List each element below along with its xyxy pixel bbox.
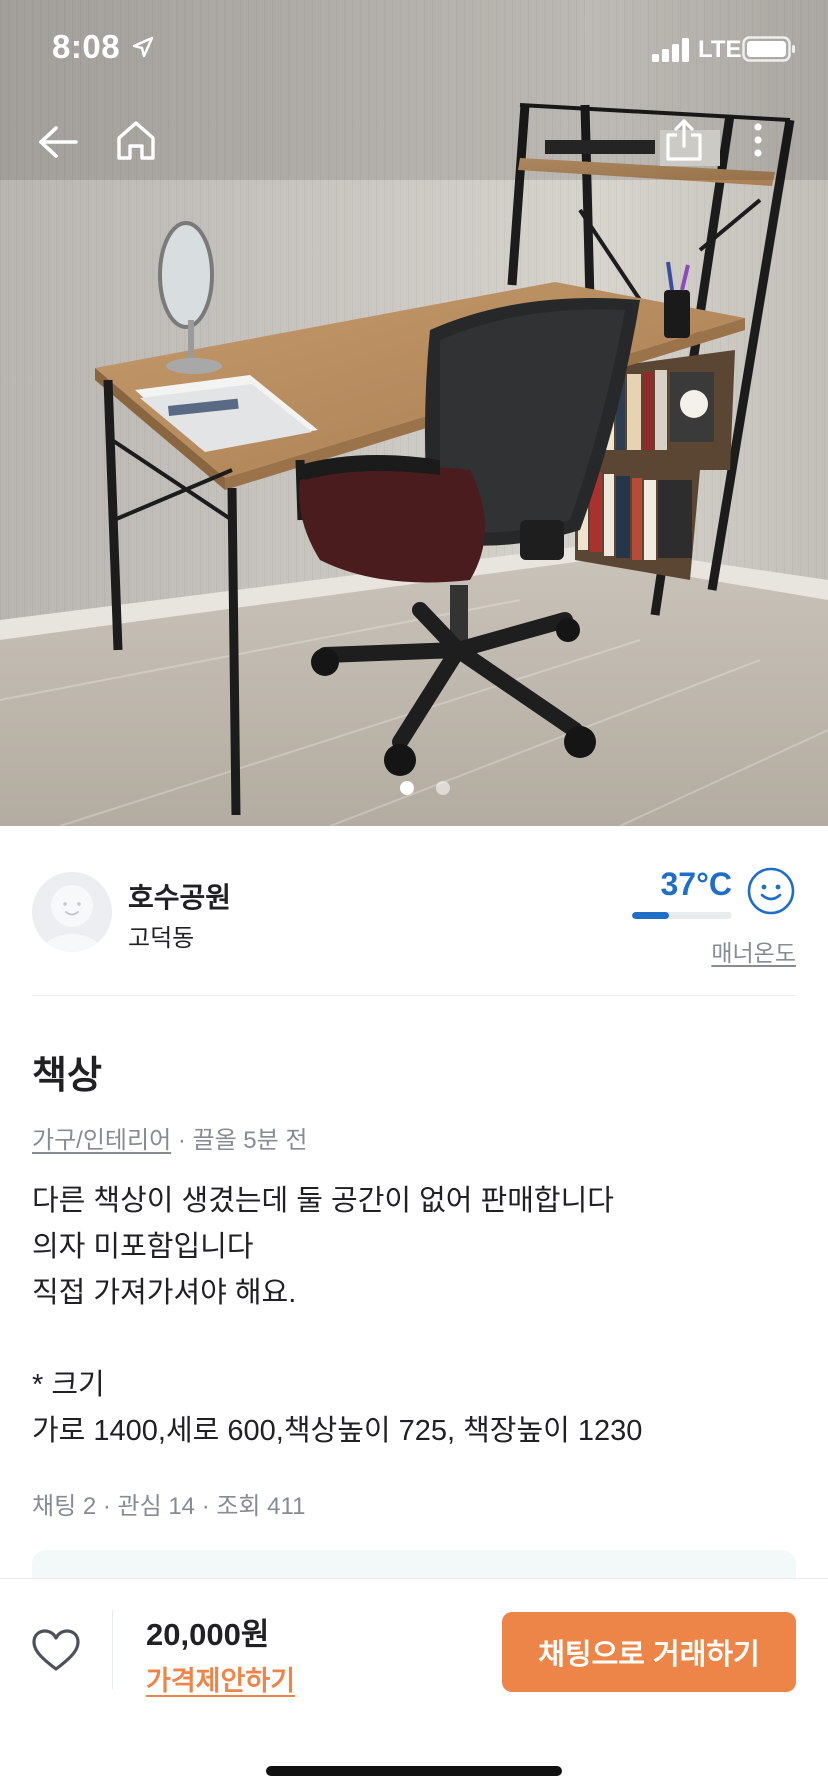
item-category-link[interactable]: 가구/인테리어	[32, 1127, 171, 1154]
more-options-button[interactable]	[730, 112, 786, 168]
price-offer-link[interactable]: 가격제안하기	[146, 1659, 295, 1698]
gallery-dot-1[interactable]	[400, 781, 414, 795]
gallery-dot-2[interactable]	[436, 781, 450, 795]
manner-temperature-bar	[632, 912, 732, 919]
description-line: 의자 미포함입니다	[32, 1231, 254, 1263]
gallery-pagination	[0, 781, 828, 795]
bottom-action-bar: 20,000원 가격제안하기 채팅으로 거래하기	[0, 1578, 828, 1792]
avatar[interactable]	[32, 872, 112, 952]
product-detail-screen: 8:08 LTE 호수공원 고덕동 37°C 매너온도 책상 가구/인테리어 ·…	[0, 0, 828, 1792]
cellular-signal-icon	[652, 38, 689, 62]
smile-face-icon	[747, 867, 795, 915]
heart-icon[interactable]	[30, 1625, 82, 1677]
status-time: 8:08	[52, 28, 121, 65]
description-line: 직접 가져가셔야 해요.	[32, 1277, 297, 1309]
home-button[interactable]	[108, 112, 164, 168]
location-arrow-icon	[132, 36, 154, 58]
chat-trade-button[interactable]: 채팅으로 거래하기	[502, 1612, 796, 1692]
item-time-info: · 끌올 5분 전	[171, 1127, 308, 1154]
back-button[interactable]	[30, 114, 86, 170]
description-line: * 크기	[32, 1369, 105, 1401]
seller-location: 고덕동	[128, 925, 195, 952]
seller-name: 호수공원	[128, 882, 232, 913]
item-description: 다른 책상이 생겼는데 둘 공간이 없어 판매합니다 의자 미포함입니다 직접 …	[32, 1178, 796, 1454]
share-button[interactable]	[656, 112, 712, 168]
status-bar: 8:08 LTE	[0, 0, 828, 100]
item-meta: 가구/인테리어 · 끌올 5분 전	[32, 1120, 308, 1155]
description-line: 가로 1400,세로 600,책상높이 725, 책장높이 1230	[32, 1415, 643, 1447]
description-line	[32, 1316, 796, 1362]
manner-temperature-link[interactable]: 매너온도	[711, 934, 796, 968]
seller-profile[interactable]: 호수공원 고덕동 37°C 매너온도	[32, 866, 796, 990]
item-price: 20,000원	[146, 1617, 270, 1652]
item-stats: 채팅 2 · 관심 14 · 조회 411	[32, 1493, 306, 1520]
divider	[32, 995, 796, 996]
description-line: 다른 책상이 생겼는데 둘 공간이 없어 판매합니다	[32, 1185, 614, 1217]
default-avatar-icon	[32, 872, 112, 952]
manner-temperature-value: 37°C	[660, 866, 733, 902]
product-photo-gallery[interactable]: 8:08 LTE	[0, 0, 828, 826]
battery-icon	[742, 36, 795, 62]
share-icon	[666, 119, 702, 161]
home-icon	[117, 121, 155, 160]
more-vertical-icon	[754, 123, 762, 157]
home-indicator	[266, 1766, 562, 1776]
manner-temperature-fill	[632, 912, 669, 919]
vertical-divider	[112, 1609, 113, 1689]
network-type: LTE	[698, 36, 742, 63]
item-title: 책상	[32, 1055, 102, 1097]
back-arrow-icon	[39, 126, 78, 158]
